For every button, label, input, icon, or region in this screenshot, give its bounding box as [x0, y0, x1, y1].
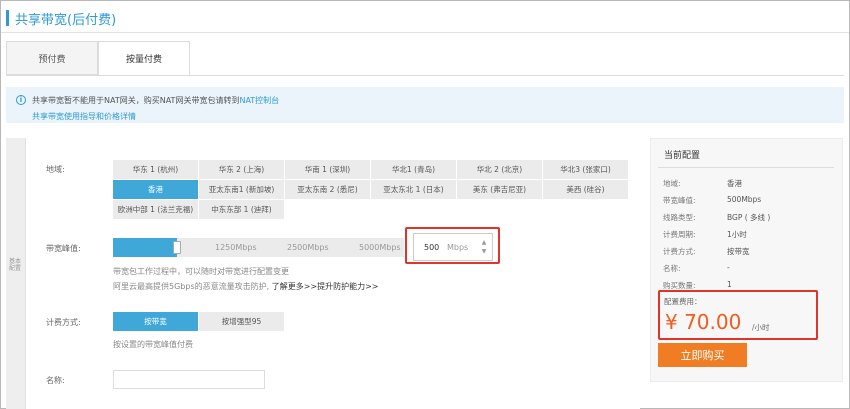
summary-value: BGP ( 多线 ) [727, 213, 771, 222]
bandwidth-tick: 1250Mbps [215, 243, 257, 252]
notice-text: 共享带宽暂不能用于NAT网关，购买NAT网关带宽包请转到 [32, 96, 240, 105]
bandwidth-slider[interactable]: 1250Mbps 2500Mbps 5000Mbps [113, 238, 404, 257]
region-label: 地域: [46, 165, 65, 174]
billing-label: 计费方式: [46, 318, 81, 327]
summary-key: 计费周期: [663, 230, 696, 239]
bandwidth-hint-1: 带宽包工作过程中，可以随时对带宽进行配置变更 [113, 267, 289, 276]
bandwidth-tick: 2500Mbps [287, 243, 329, 252]
tab-pay-as-you-go[interactable]: 按量付费 [98, 41, 190, 76]
buy-now-button[interactable]: 立即购买 [658, 343, 747, 367]
name-label: 名称: [46, 376, 65, 385]
region-option[interactable]: 美东 (弗吉尼亚) [457, 180, 542, 199]
region-option[interactable]: 华北1 (青岛) [371, 160, 456, 179]
summary-value: 按带宽 [727, 247, 750, 256]
billing-option-enhanced95[interactable]: 按增强型95 [199, 312, 284, 331]
region-option[interactable]: 亚太东南 2 (悉尼) [285, 180, 370, 199]
summary-value: - [727, 263, 730, 272]
bandwidth-value[interactable]: 500 [424, 243, 439, 252]
region-option[interactable]: 华北3 (张家口) [543, 160, 628, 179]
bandwidth-unit: Mbps [447, 243, 469, 252]
billing-option-bandwidth[interactable]: 按带宽 [113, 312, 198, 331]
summary-key: 计费方式: [663, 247, 696, 256]
bandwidth-hint-2-text: 阿里云最高提供5Gbps的恶意流量攻击防护, [113, 282, 270, 291]
summary-key: 带宽峰值: [663, 196, 696, 205]
summary-key: 名称: [663, 264, 681, 273]
summary-key: 购买数量: [663, 281, 696, 290]
region-selector: 华东 1 (杭州) 华东 2 (上海) 华南 1 (深圳) 华北1 (青岛) 华… [113, 160, 628, 219]
name-input[interactable] [113, 370, 265, 389]
summary-title: 当前配置 [664, 151, 701, 161]
bandwidth-tick: 5000Mbps [359, 243, 401, 252]
title-divider [1, 32, 849, 33]
region-option[interactable]: 华南 1 (深圳) [285, 160, 370, 179]
region-option[interactable]: 华东 2 (上海) [199, 160, 284, 179]
region-option[interactable]: 华北 2 (北京) [457, 160, 542, 179]
region-option[interactable]: 亚太东北 1 (日本) [371, 180, 456, 199]
summary-value: 500Mbps [727, 195, 762, 204]
nat-console-link[interactable]: NAT控制台 [239, 96, 279, 105]
region-option[interactable]: 亚太东南1 (新加坡) [199, 180, 284, 199]
info-notice: i 共享带宽暂不能用于NAT网关，购买NAT网关带宽包请转到NAT控制台 共享带… [6, 87, 844, 123]
bandwidth-stepper-icon[interactable]: ▲ ▼ [479, 238, 489, 256]
bandwidth-label: 带宽峰值: [46, 244, 81, 253]
region-option[interactable]: 欧洲中部 1 (法兰克福) [113, 200, 198, 219]
summary-divider [658, 167, 834, 168]
info-icon: i [16, 95, 26, 105]
billing-tabs: 预付费 按量付费 [6, 41, 190, 76]
fee-unit: /小时 [752, 323, 770, 332]
fee-amount: ¥ 70.00 [665, 310, 742, 334]
tab-prepaid[interactable]: 预付费 [6, 41, 98, 75]
notice-line-1: 共享带宽暂不能用于NAT网关，购买NAT网关带宽包请转到NAT控制台 [32, 95, 279, 106]
billing-hint: 按设置的带宽峰值付费 [113, 340, 193, 349]
tabs-divider [6, 75, 844, 76]
summary-key: 地域: [663, 179, 681, 188]
summary-value: 香港 [727, 179, 742, 188]
section-side-strip [6, 138, 26, 409]
region-option[interactable]: 华东 1 (杭州) [113, 160, 198, 179]
region-option[interactable]: 中东东部 1 (迪拜) [199, 200, 284, 219]
title-accent-bar [6, 10, 9, 26]
protection-learn-more-link[interactable]: 了解更多>>提升防护能力>> [272, 282, 379, 291]
bandwidth-hint-2: 阿里云最高提供5Gbps的恶意流量攻击防护, 了解更多>>提升防护能力>> [113, 281, 379, 292]
summary-key: 线路类型: [663, 213, 696, 222]
fee-label: 配置费用： [664, 297, 702, 306]
bandwidth-input[interactable]: 500 Mbps ▲ ▼ [413, 233, 493, 261]
summary-value: 1 [727, 280, 732, 289]
bandwidth-slider-fill [113, 238, 177, 257]
page-title: 共享带宽(后付费) [15, 12, 117, 28]
pricing-guide-link[interactable]: 共享带宽使用指导和价格详情 [32, 111, 136, 122]
section-side-label: 基本配置 [9, 258, 22, 272]
region-option[interactable]: 美西 (硅谷) [543, 180, 628, 199]
summary-value: 1小时 [727, 230, 747, 239]
bandwidth-slider-handle[interactable] [173, 241, 181, 254]
region-option[interactable]: 香港 [113, 180, 198, 199]
page-header: 共享带宽(后付费) [6, 7, 116, 29]
